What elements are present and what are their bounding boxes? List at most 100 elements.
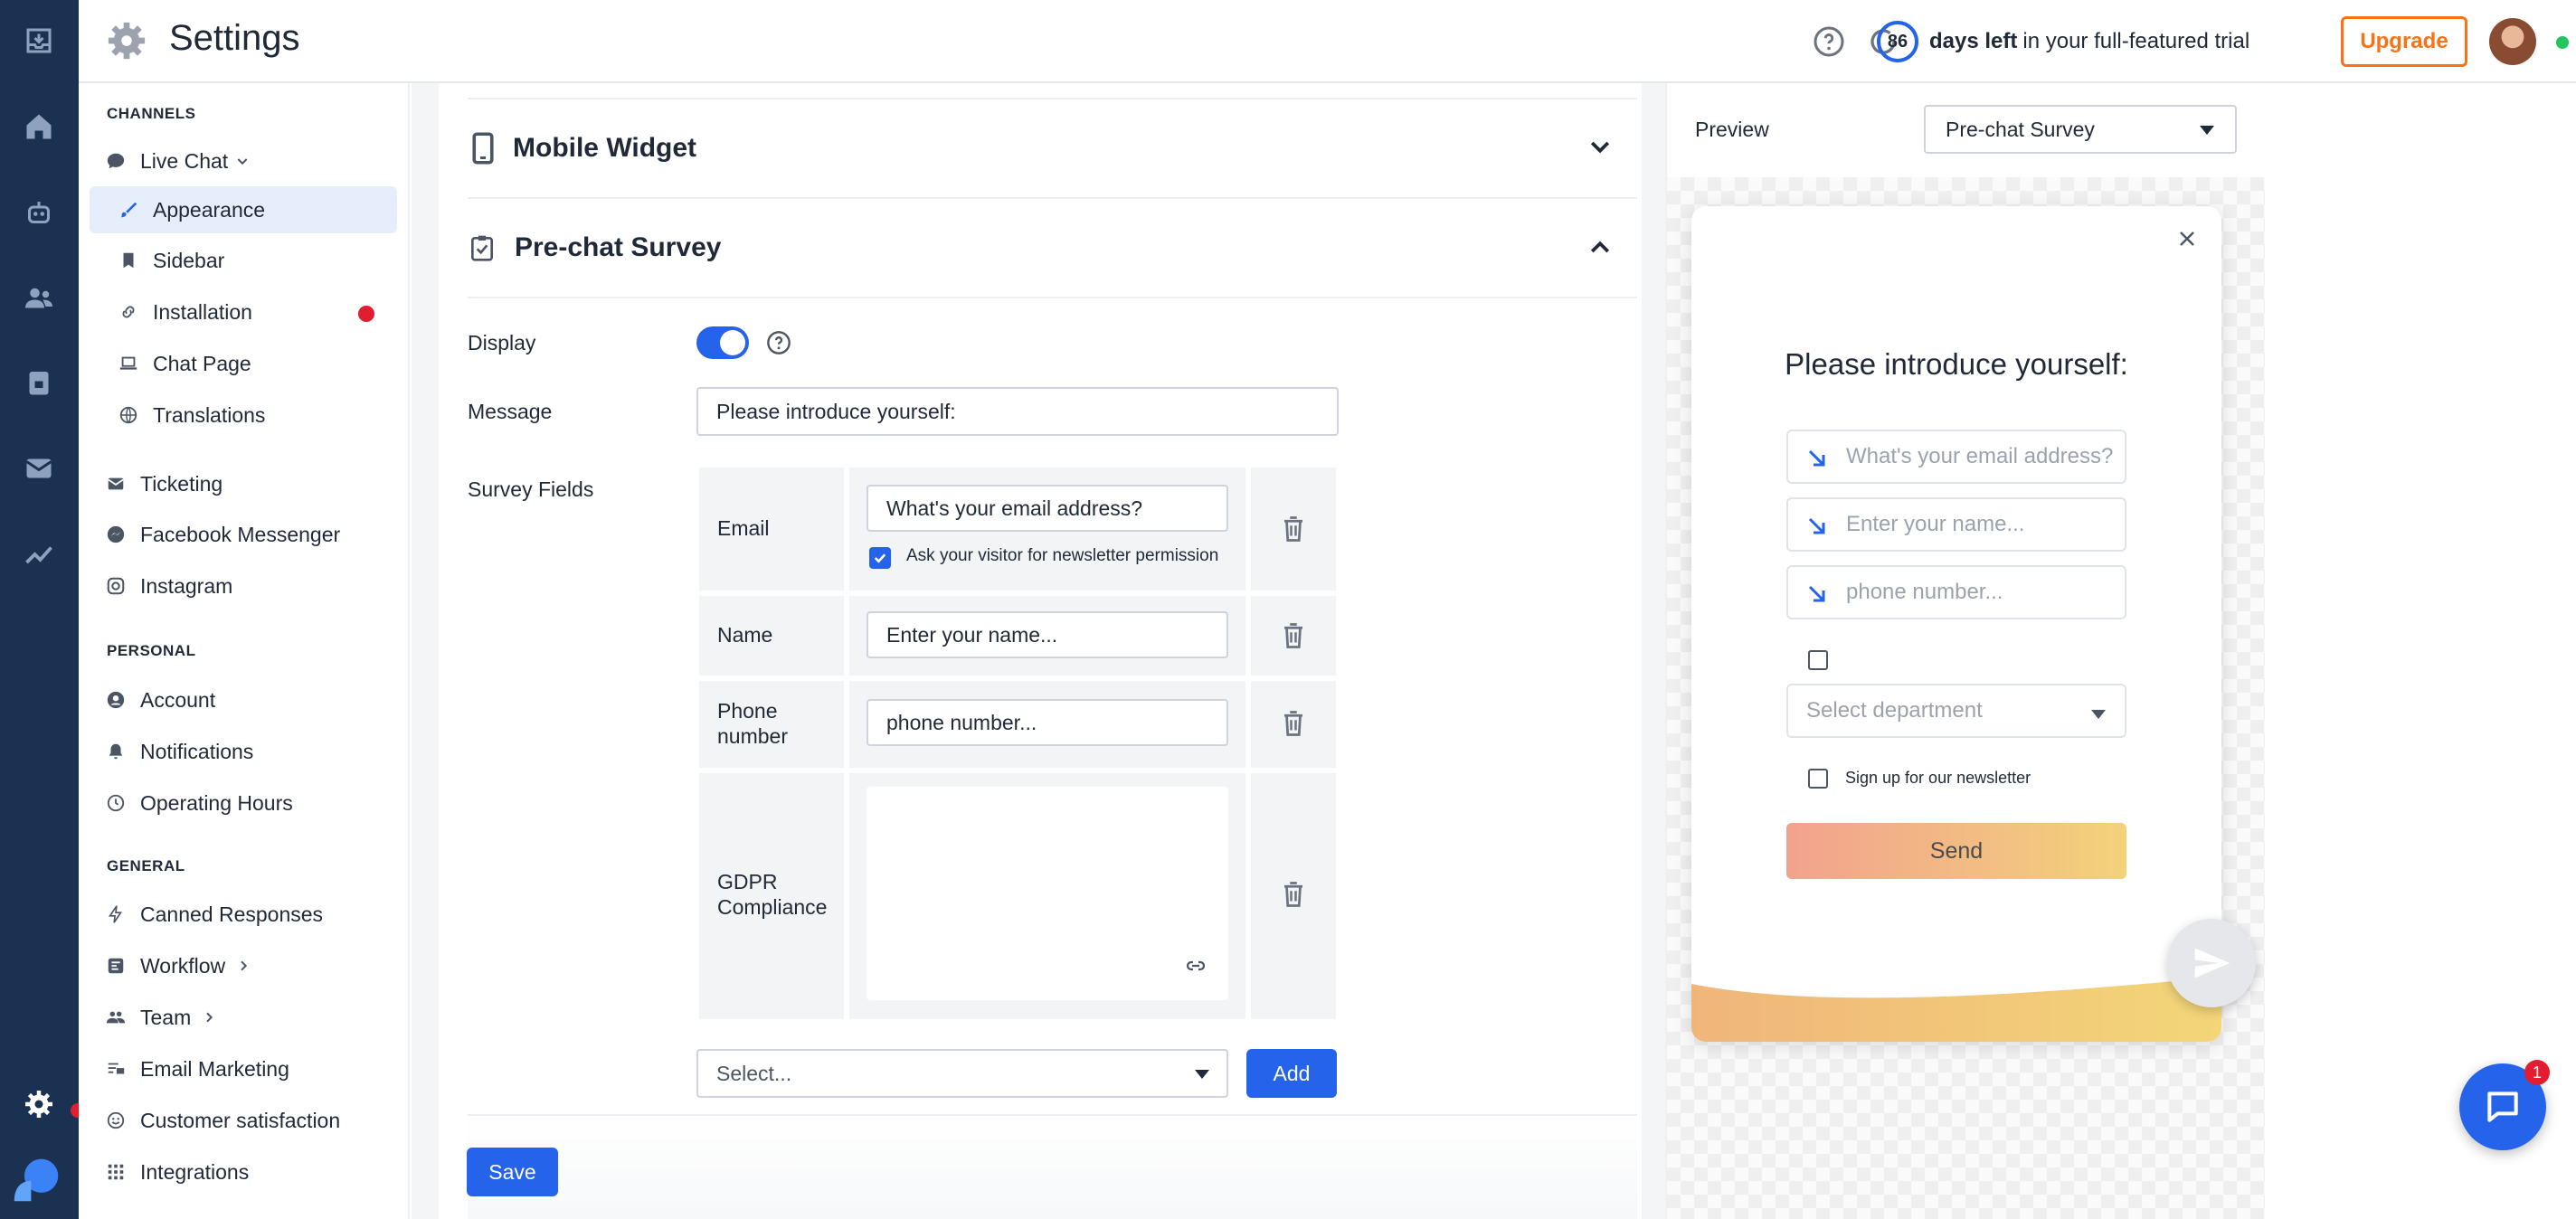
- help-icon[interactable]: [1813, 25, 1845, 58]
- settings-sidebar: CHANNELS Live Chat Appearance Sidebar In…: [79, 83, 410, 1219]
- sidebar-item-facebook-messenger[interactable]: Facebook Messenger: [106, 511, 340, 558]
- sidebar-item-integrations[interactable]: Integrations: [106, 1148, 249, 1195]
- preview-select[interactable]: Pre-chat Survey: [1924, 105, 2237, 154]
- sidebar-item-ticketing[interactable]: Ticketing: [106, 460, 223, 507]
- clipboard-check-icon: [471, 235, 493, 261]
- icon-rail: [0, 0, 85, 1219]
- analytics-icon[interactable]: [16, 532, 62, 577]
- brush-icon: [120, 202, 137, 218]
- section-personal: PERSONAL: [107, 642, 196, 659]
- section-general: GENERAL: [107, 857, 185, 874]
- installation-alert-dot: [358, 306, 374, 322]
- chevron-right-icon: [241, 960, 248, 971]
- gdpr-text-editor[interactable]: [867, 787, 1228, 1000]
- trash-icon[interactable]: [1282, 710, 1305, 737]
- chat-icon: [2487, 1091, 2518, 1122]
- email-list-icon: [108, 1063, 125, 1074]
- sidebar-item-appearance[interactable]: Appearance: [90, 186, 397, 233]
- display-label: Display: [468, 331, 536, 354]
- sidebar-item-sidebar[interactable]: Sidebar: [118, 237, 224, 284]
- accordion-title: Pre-chat Survey: [515, 232, 722, 262]
- link-icon[interactable]: [1183, 955, 1208, 977]
- trial-days-badge: 86: [1877, 21, 1918, 62]
- bot-icon[interactable]: [16, 190, 62, 235]
- arrow-down-right-icon: [1808, 585, 1825, 602]
- sidebar-item-workflow[interactable]: Workflow: [106, 942, 265, 989]
- sidebar-item-canned-responses[interactable]: Canned Responses: [106, 891, 323, 938]
- arrow-down-right-icon: [1808, 449, 1825, 467]
- newsletter-permission-checkbox[interactable]: [869, 547, 891, 569]
- workflow-icon: [108, 958, 124, 974]
- grid-icon: [108, 1164, 124, 1180]
- sidebar-item-operating-hours[interactable]: Operating Hours: [106, 780, 293, 827]
- preview-phone-input[interactable]: phone number...: [1786, 565, 2126, 619]
- sidebar-item-installation[interactable]: Installation: [118, 288, 252, 335]
- sidebar-item-notifications[interactable]: Notifications: [106, 728, 253, 775]
- preview-gdpr-checkbox[interactable]: [1808, 650, 1828, 670]
- contacts-icon[interactable]: [16, 276, 62, 321]
- preview-selected-value: Pre-chat Survey: [1946, 117, 2095, 141]
- lightning-icon: [109, 905, 123, 923]
- preview-department-select[interactable]: Select department: [1786, 684, 2126, 738]
- field-phone-label: Phone number: [717, 699, 788, 748]
- upgrade-button[interactable]: Upgrade: [2341, 16, 2467, 67]
- bell-icon: [109, 743, 123, 760]
- inbox-icon[interactable]: [16, 18, 62, 63]
- messenger-icon: [107, 525, 125, 543]
- sidebar-item-live-chat[interactable]: Live Chat: [106, 137, 264, 184]
- chevron-down-icon: [237, 158, 248, 165]
- brand-logo-icon: [9, 1152, 63, 1206]
- preview-name-input[interactable]: Enter your name...: [1786, 497, 2126, 552]
- home-icon[interactable]: [16, 104, 62, 149]
- page-title: Settings: [169, 18, 300, 58]
- save-button[interactable]: Save: [467, 1148, 558, 1196]
- preview-newsletter-checkbox[interactable]: [1808, 769, 1828, 789]
- instagram-icon: [107, 577, 125, 595]
- close-icon[interactable]: [2176, 228, 2198, 250]
- preview-send-button[interactable]: Send: [1786, 823, 2126, 879]
- add-field-button[interactable]: Add: [1246, 1049, 1337, 1098]
- display-toggle[interactable]: [696, 326, 749, 359]
- field-name-label: Name: [717, 623, 773, 647]
- trash-icon[interactable]: [1282, 881, 1305, 908]
- sidebar-item-chat-page[interactable]: Chat Page: [118, 340, 251, 387]
- message-label: Message: [468, 400, 553, 423]
- message-input[interactable]: Please introduce yourself:: [696, 387, 1339, 436]
- dropdown-caret-icon: [1195, 1070, 1209, 1079]
- add-field-select[interactable]: Select...: [696, 1049, 1228, 1098]
- globe-icon: [119, 406, 137, 424]
- link-icon: [122, 306, 135, 318]
- trial-status: 86 days left in your full-featured trial: [1877, 0, 2249, 83]
- name-placeholder-input[interactable]: Enter your name...: [867, 611, 1228, 658]
- trash-icon[interactable]: [1282, 622, 1305, 649]
- newsletter-permission-label: Ask your visitor for newsletter permissi…: [906, 546, 1219, 565]
- sidebar-item-account[interactable]: Account: [106, 676, 215, 723]
- mobile-phone-icon: [472, 132, 494, 165]
- sidebar-item-instagram[interactable]: Instagram: [106, 562, 232, 610]
- chevron-up-icon[interactable]: [1586, 233, 1614, 260]
- mail-icon: [108, 477, 124, 490]
- sidebar-item-customer-satisfaction[interactable]: Customer satisfaction: [106, 1097, 340, 1144]
- accordion-prechat-survey[interactable]: Pre-chat Survey: [468, 199, 1637, 298]
- trash-icon[interactable]: [1282, 515, 1305, 543]
- tickets-icon[interactable]: [16, 360, 62, 405]
- arrow-down-right-icon: [1808, 517, 1825, 534]
- preview-email-input[interactable]: What's your email address?: [1786, 430, 2126, 484]
- trial-days-text: days left: [1929, 29, 2018, 53]
- accordion-mobile-widget[interactable]: Mobile Widget: [468, 99, 1637, 199]
- campaigns-icon[interactable]: [16, 446, 62, 491]
- content-gutter-left: [412, 83, 439, 1219]
- help-circle-icon[interactable]: [766, 330, 791, 355]
- preview-newsletter-label: Sign up for our newsletter: [1845, 769, 2031, 787]
- chevron-down-icon[interactable]: [1586, 134, 1614, 161]
- sidebar-item-team[interactable]: Team: [106, 994, 231, 1041]
- user-avatar[interactable]: [2489, 18, 2536, 65]
- chevron-right-icon: [206, 1012, 213, 1023]
- sidebar-item-email-marketing[interactable]: Email Marketing: [106, 1045, 289, 1092]
- prechat-widget-preview: [1691, 206, 2221, 1042]
- sidebar-item-translations[interactable]: Translations: [118, 392, 265, 439]
- settings-icon[interactable]: [16, 1082, 62, 1127]
- email-placeholder-input[interactable]: What's your email address?: [867, 485, 1228, 532]
- divider: [468, 1114, 1637, 1116]
- phone-placeholder-input[interactable]: phone number...: [867, 699, 1228, 746]
